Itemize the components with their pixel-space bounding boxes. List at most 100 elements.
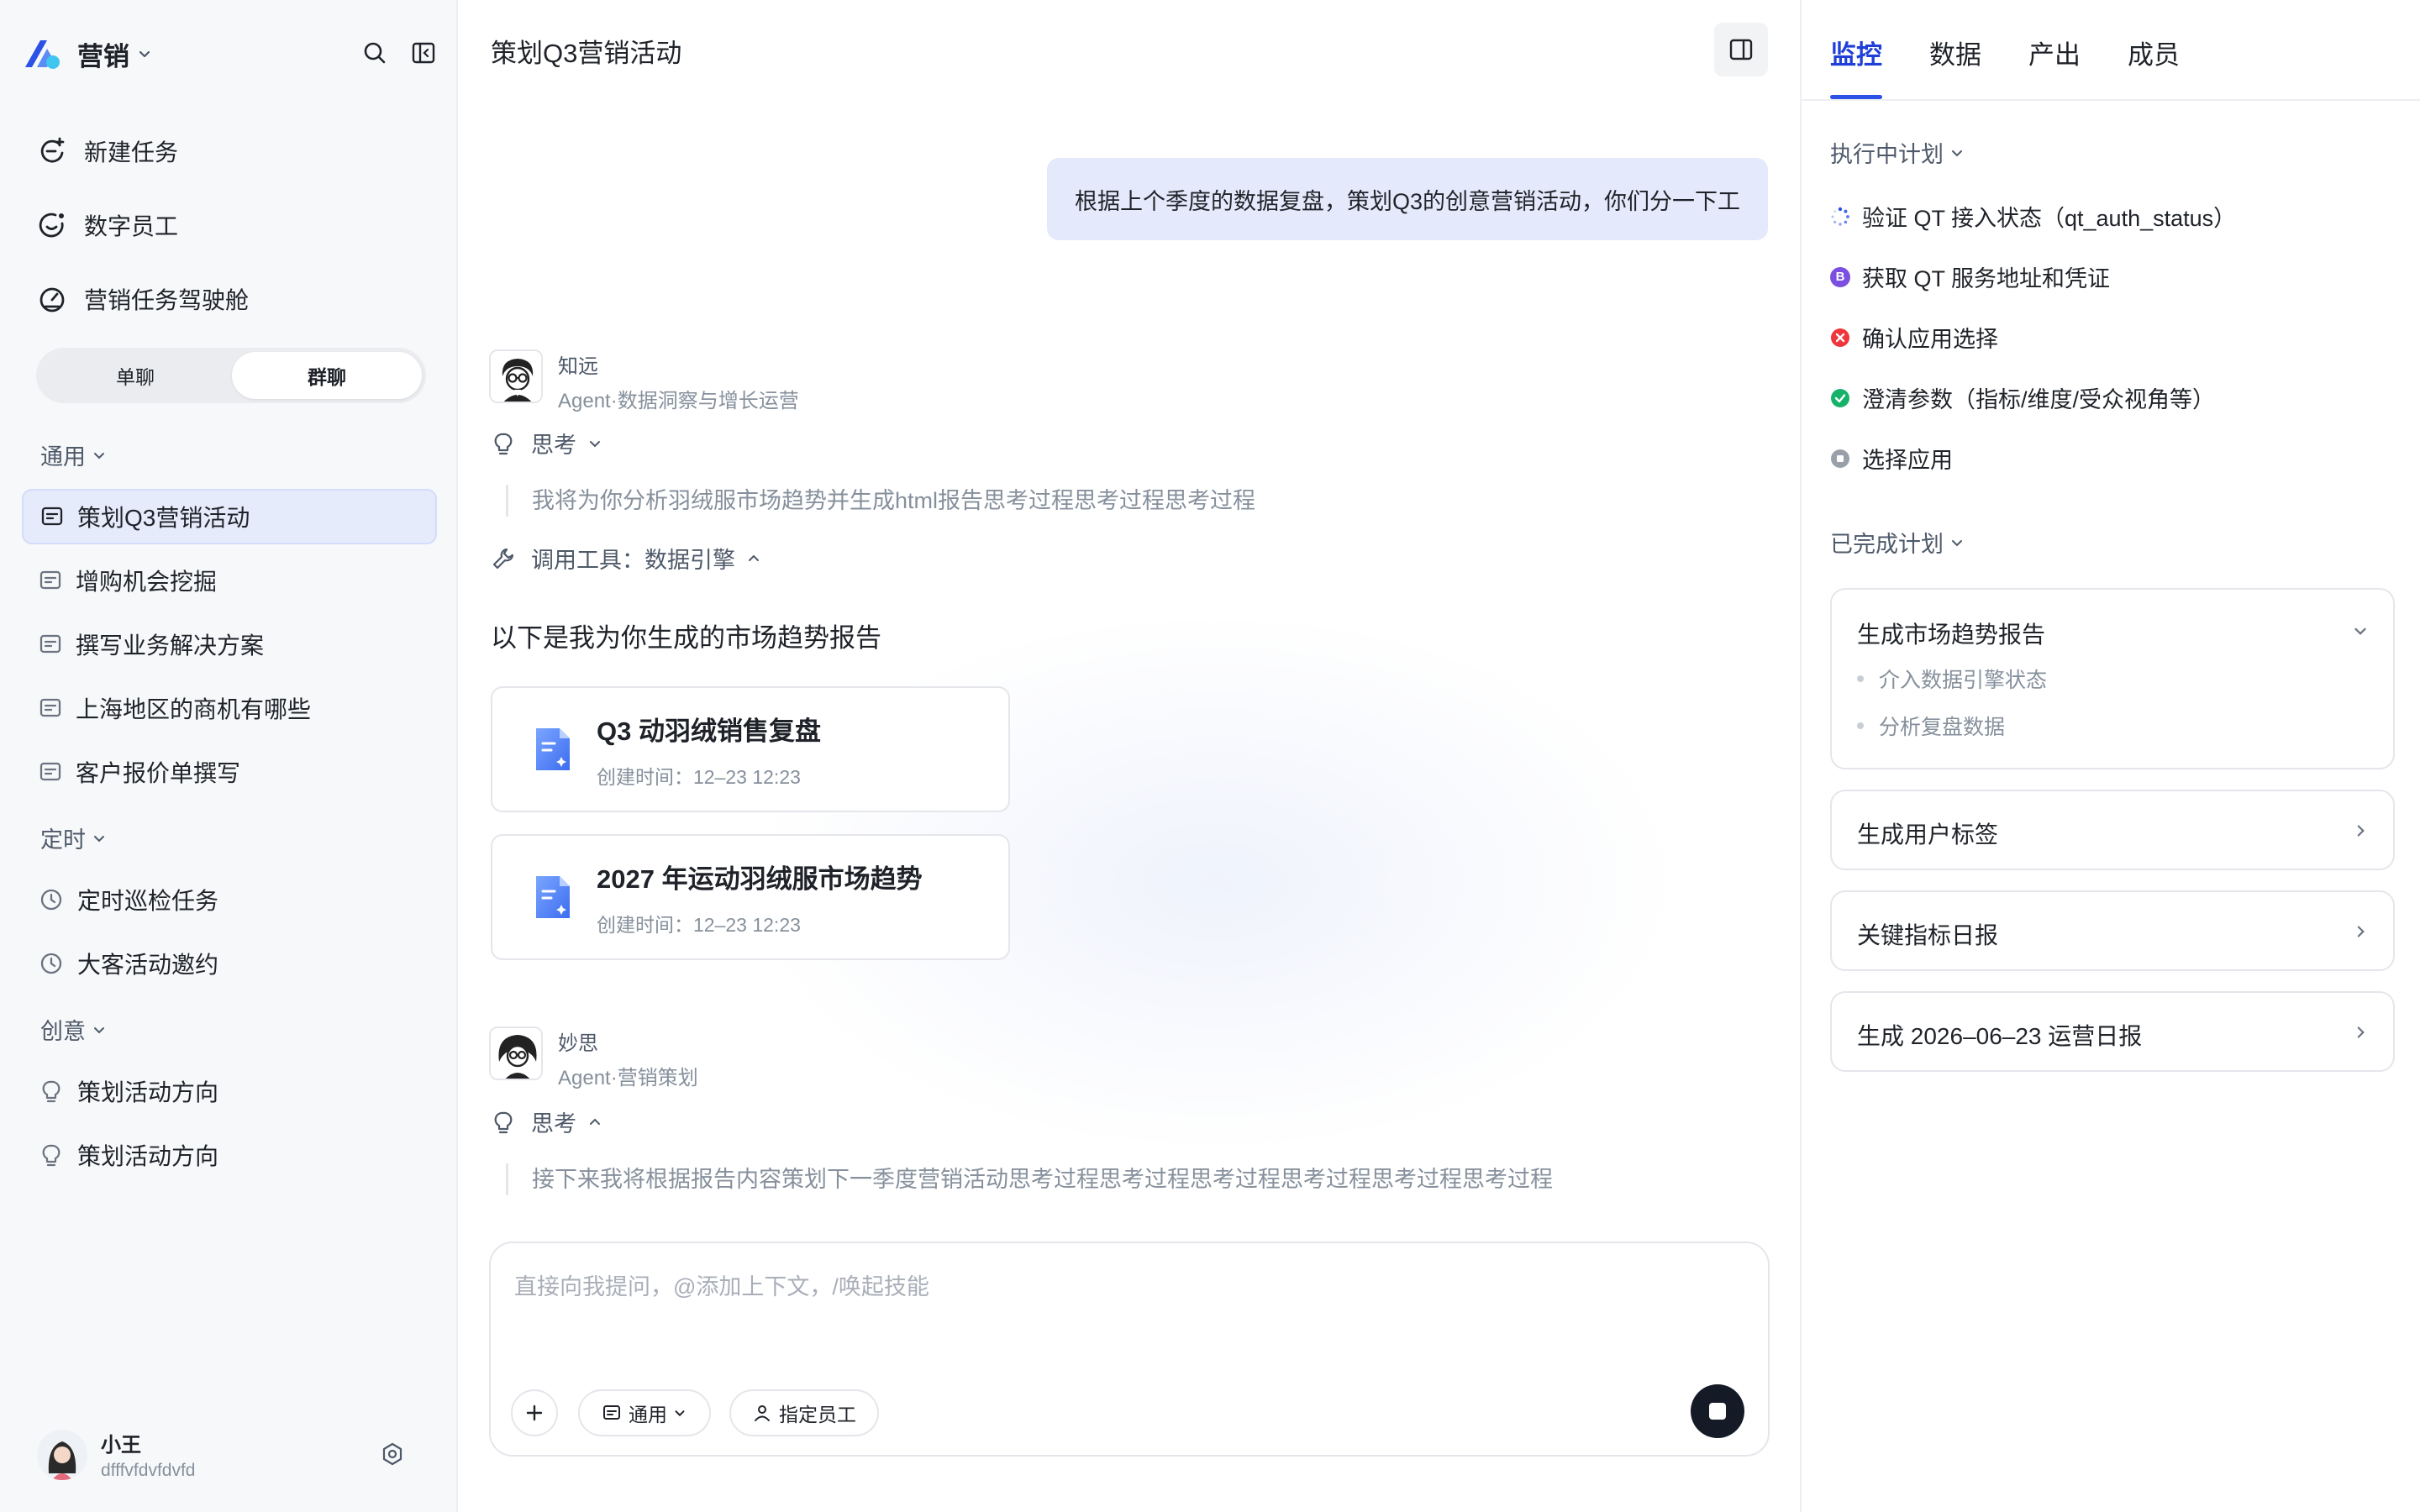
plan-step-label: 验证 QT 接入状态（qt_auth_status）	[1862, 206, 2237, 231]
agent-name: 知远	[558, 355, 598, 378]
thinking-text: 我将为你分析羽绒服市场趋势并生成html报告思考过程思考过程思考过程	[506, 485, 1255, 517]
search-icon[interactable]	[360, 38, 390, 68]
nav-marketing-cockpit[interactable]: 营销任务驾驶舱	[37, 278, 249, 320]
chat-mode-toggle: 单聊 群聊	[36, 348, 426, 403]
mode-select-button[interactable]: 通用	[578, 1389, 711, 1436]
mode-label: 通用	[629, 1404, 667, 1425]
chevron-up-icon	[749, 554, 759, 561]
group-chat-option[interactable]: 群聊	[232, 352, 422, 399]
completed-plans-header[interactable]: 已完成计划	[1830, 526, 1965, 559]
thinking-toggle[interactable]: 思考	[491, 427, 603, 459]
creative-item-label: 策划活动方向	[77, 1143, 219, 1169]
tab-monitor[interactable]: 监控	[1830, 34, 1882, 99]
thinking-toggle[interactable]: 思考	[491, 1105, 603, 1138]
nav-label: 新建任务	[84, 139, 179, 165]
assign-employee-button[interactable]: 指定员工	[729, 1389, 879, 1436]
stop-generation-button[interactable]	[1691, 1384, 1744, 1438]
agent-avatar	[489, 1026, 543, 1080]
tool-wrench-icon	[492, 548, 514, 569]
tool-call-toggle[interactable]: 调用工具：数据引擎	[491, 542, 762, 575]
section-general-header[interactable]: 通用	[40, 438, 108, 471]
file-created-time: 创建时间：12–23 12:23	[597, 765, 801, 788]
single-chat-option[interactable]: 单聊	[40, 352, 230, 399]
chat-item[interactable]: 撰写业务解决方案	[22, 617, 437, 672]
nav-label: 营销任务驾驶舱	[84, 287, 250, 313]
chat-item[interactable]: 客户报价单撰写	[22, 744, 437, 800]
error-x-icon	[1831, 328, 1849, 347]
completed-plan-card[interactable]: 关键指标日报	[1830, 890, 2395, 971]
chevron-down-icon	[94, 452, 104, 459]
scheduled-item-label: 大客活动邀约	[77, 952, 219, 978]
monitor-panel: 监控 数据 产出 成员 执行中计划 验证 QT 接入状态（qt_auth_sta…	[1800, 0, 2420, 1512]
agent-header: 妙思 Agent·营销策划	[489, 1026, 698, 1090]
plan-step: 澄清参数（指标/维度/受众视角等）	[1830, 381, 2215, 414]
nav-digital-employee[interactable]: 数字员工	[37, 204, 178, 246]
chevron-down-icon	[2354, 627, 2366, 635]
chat-title: 策划Q3营销活动	[491, 39, 682, 68]
chevron-down-icon	[590, 440, 600, 447]
creative-item[interactable]: 策划活动方向	[22, 1127, 437, 1183]
nav-new-task[interactable]: 新建任务	[37, 130, 178, 172]
completed-plan-card[interactable]: 生成 2026–06–23 运营日报	[1830, 991, 2395, 1072]
workspace-switcher[interactable]: 营销	[22, 32, 153, 76]
completed-plan-title: 生成市场趋势报告	[1857, 622, 2046, 648]
settings-icon[interactable]	[380, 1441, 405, 1467]
agent-avatar	[489, 349, 543, 403]
file-card[interactable]: 2027 年运动羽绒服市场趋势 创建时间：12–23 12:23	[491, 834, 1010, 960]
lightbulb-icon	[494, 1111, 513, 1133]
message-composer[interactable]: 直接向我提问，@添加上下文，/唤起技能 通用 指定员工	[489, 1242, 1770, 1457]
completed-plan-title: 关键指标日报	[1857, 922, 1999, 948]
user-message-bubble: 根据上个季度的数据复盘，策划Q3的创意营销活动，你们分一下工	[1046, 158, 1768, 240]
creative-item[interactable]: 策划活动方向	[22, 1063, 437, 1119]
completed-plan-card[interactable]: 生成市场趋势报告 介入数据引擎状态 分析复盘数据	[1830, 588, 2395, 769]
plan-step-label: 确认应用选择	[1862, 327, 1998, 352]
running-plans-header[interactable]: 执行中计划	[1830, 136, 1965, 169]
plan-step-label: 澄清参数（指标/维度/受众视角等）	[1862, 387, 2216, 412]
app-logo-icon	[22, 35, 62, 72]
section-title: 通用	[40, 444, 86, 470]
add-attachment-button[interactable]	[511, 1389, 558, 1436]
plan-substep: 分析复盘数据	[1857, 711, 2005, 741]
plan-substep: 介入数据引擎状态	[1857, 664, 2047, 694]
assign-label: 指定员工	[779, 1404, 856, 1425]
scheduled-item[interactable]: 定时巡检任务	[22, 872, 437, 927]
chevron-right-icon	[2357, 926, 2365, 937]
agent-name: 妙思	[558, 1032, 598, 1055]
success-check-icon	[1831, 388, 1849, 407]
chat-icon	[603, 1405, 620, 1420]
file-card[interactable]: Q3 动羽绒销售复盘 创建时间：12–23 12:23	[491, 686, 1010, 812]
tab-output[interactable]: 产出	[2028, 34, 2081, 99]
dashboard-gauge-icon	[37, 284, 67, 314]
toggle-right-panel-icon[interactable]	[1714, 23, 1768, 76]
user-name: 小王	[101, 1434, 141, 1457]
chat-item-label: 客户报价单撰写	[76, 760, 241, 786]
tab-data[interactable]: 数据	[1929, 34, 1981, 99]
composer-input[interactable]: 直接向我提问，@添加上下文，/唤起技能	[514, 1268, 929, 1301]
chat-icon	[39, 570, 61, 590]
user-profile[interactable]: 小王 dfffvfdvfdvfd	[37, 1428, 195, 1481]
agent-answer: 以下是我为你生成的市场趋势报告	[491, 623, 881, 653]
creative-item-label: 策划活动方向	[77, 1079, 219, 1105]
chat-item-label: 策划Q3营销活动	[77, 505, 250, 531]
chat-item[interactable]: 增购机会挖掘	[22, 553, 437, 608]
chat-icon	[39, 698, 61, 717]
chevron-down-icon	[1952, 150, 1962, 156]
scheduled-item[interactable]: 大客活动邀约	[22, 936, 437, 991]
chat-item[interactable]: 上海地区的商机有哪些	[22, 680, 437, 736]
lightbulb-icon	[42, 1080, 60, 1103]
completed-plan-card[interactable]: 生成用户标签	[1830, 790, 2395, 870]
section-scheduled-header[interactable]: 定时	[40, 822, 108, 854]
completed-plan-title: 生成 2026–06–23 运营日报	[1857, 1023, 2143, 1049]
chevron-up-icon	[590, 1118, 600, 1125]
tool-call-label: 调用工具：数据引擎	[531, 548, 735, 573]
section-creative-header[interactable]: 创意	[40, 1013, 108, 1046]
section-title: 创意	[40, 1019, 86, 1044]
thinking-text: 接下来我将根据报告内容策划下一季度营销活动思考过程思考过程思考过程思考过程思考过…	[506, 1163, 1553, 1195]
collapse-sidebar-icon[interactable]	[408, 38, 439, 68]
plan-substep-label: 介入数据引擎状态	[1879, 669, 2048, 692]
plus-icon	[526, 1404, 543, 1421]
chat-item-q3-campaign[interactable]: 策划Q3营销活动	[22, 489, 437, 544]
running-plans-title: 执行中计划	[1830, 142, 1944, 167]
tab-members[interactable]: 成员	[2128, 34, 2180, 99]
thinking-label: 思考	[531, 433, 576, 458]
